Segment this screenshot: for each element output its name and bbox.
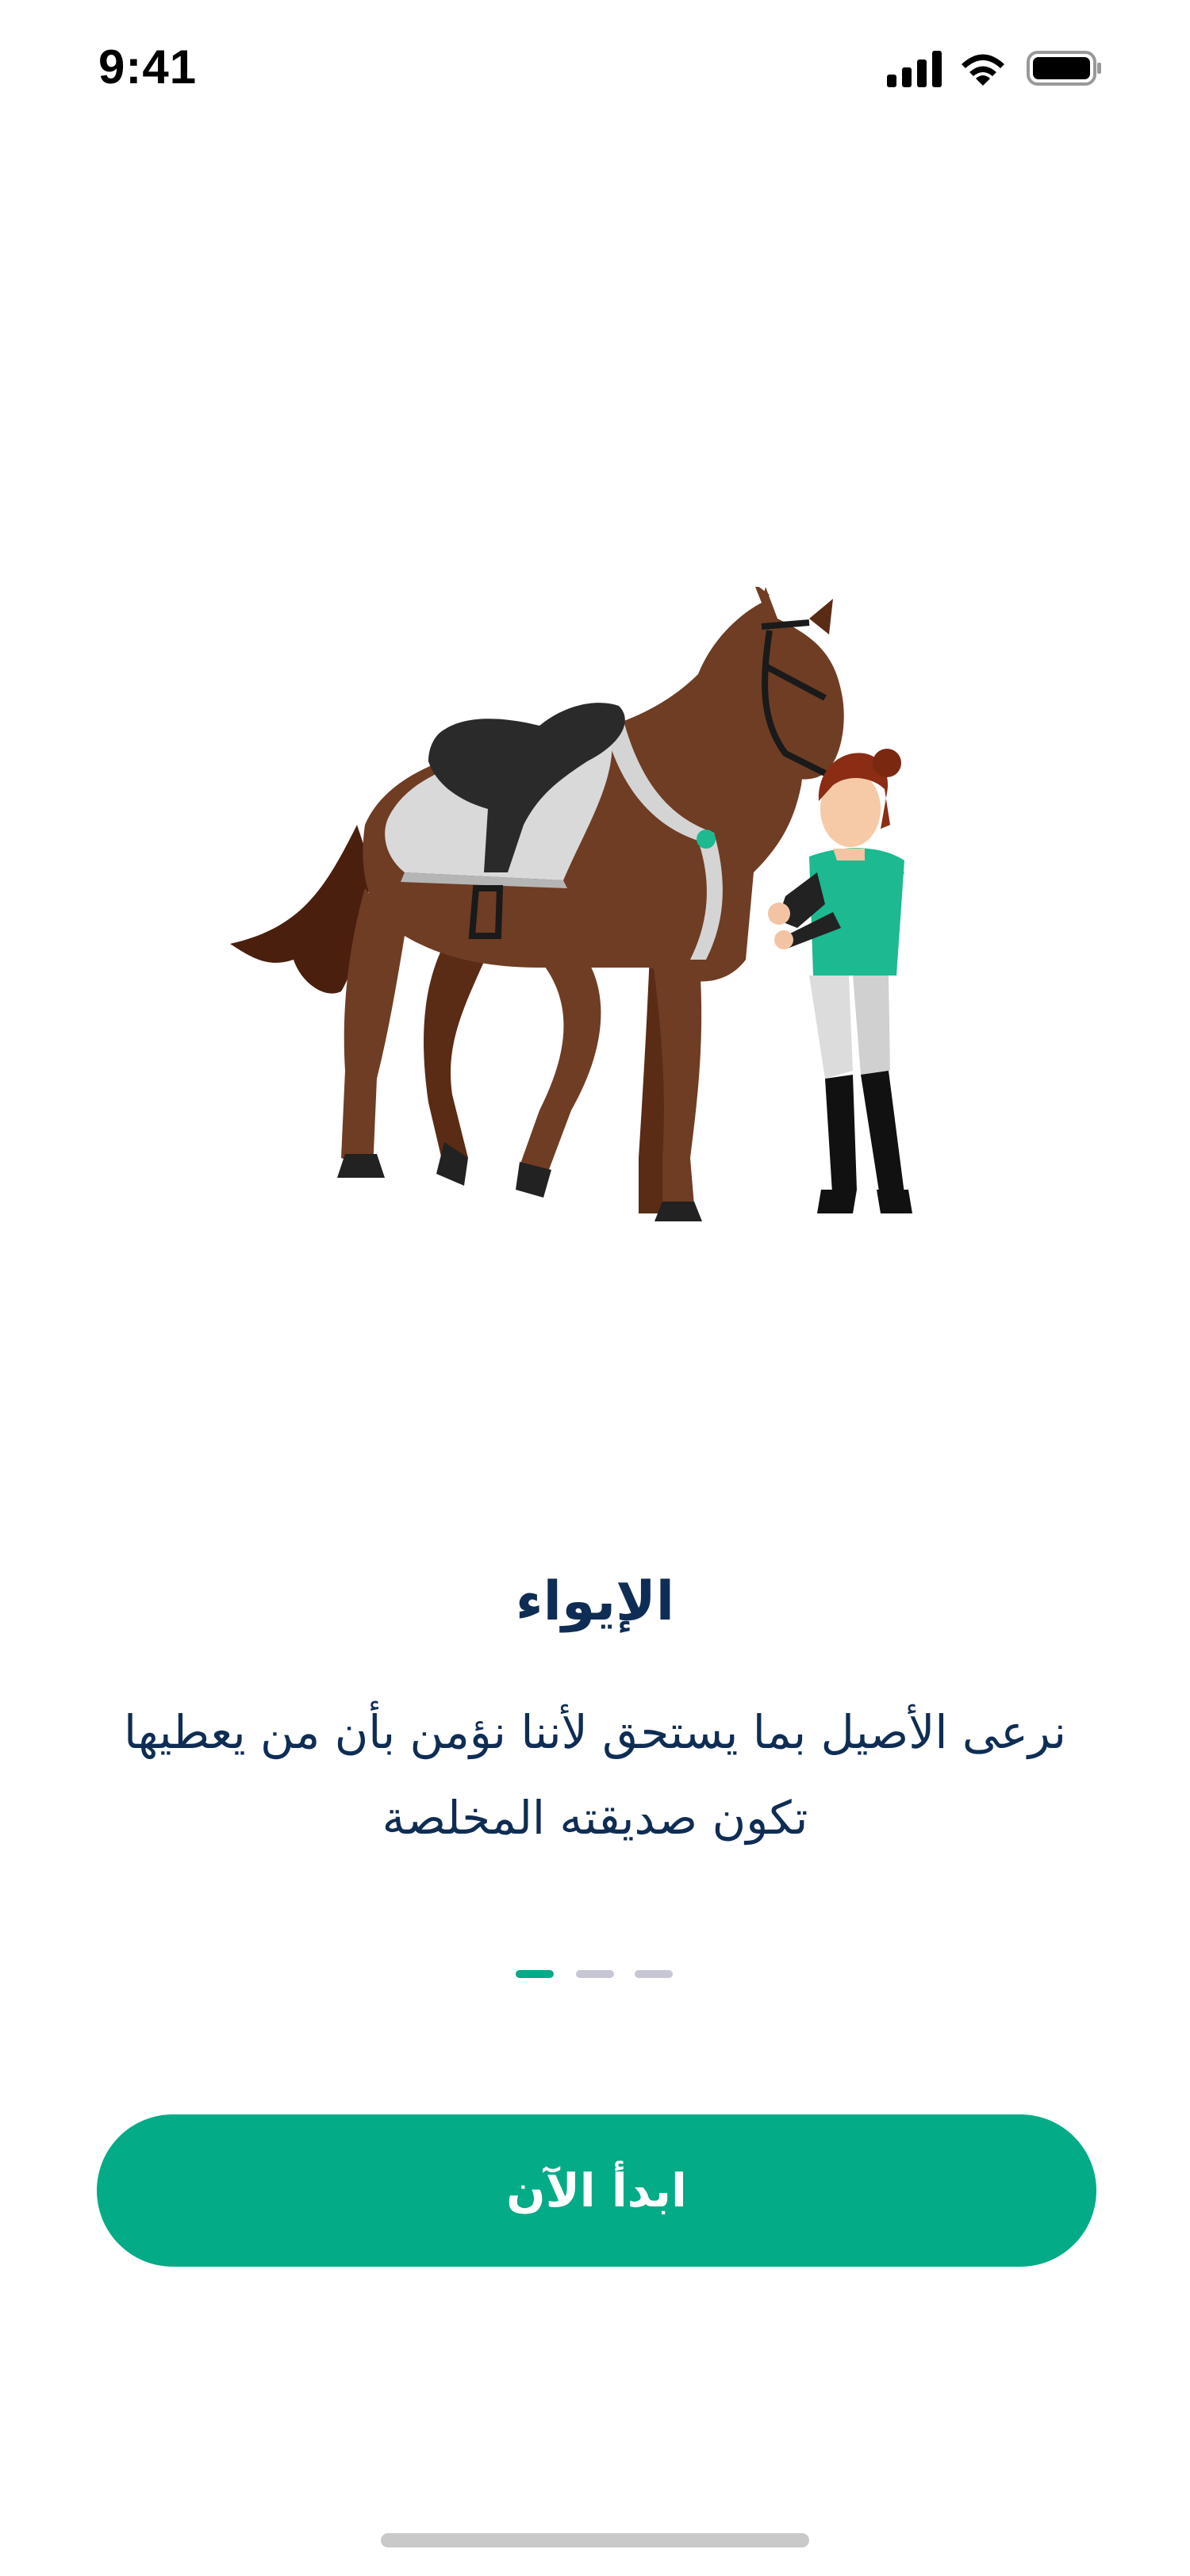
page-indicator xyxy=(0,1970,1190,1980)
battery-icon xyxy=(1027,51,1101,86)
page-description: نرعى الأصيل بما يستحق لأننا نؤمن بأن من … xyxy=(124,1705,1066,1845)
pager-dot xyxy=(635,1970,673,1978)
status-time: 9:41 xyxy=(98,40,198,94)
wifi-icon xyxy=(962,54,1004,86)
home-indicator[interactable] xyxy=(381,2533,809,2547)
page-title: الإيواء xyxy=(515,1570,675,1633)
pager-dot xyxy=(576,1970,614,1978)
horse-and-rider-illustration xyxy=(230,587,912,1221)
pager-dot-active xyxy=(516,1970,554,1978)
status-bar: 9:41 xyxy=(0,0,1190,143)
start-now-button[interactable]: ابدأ الآن xyxy=(97,2114,1096,2267)
signal-icon xyxy=(887,51,942,87)
